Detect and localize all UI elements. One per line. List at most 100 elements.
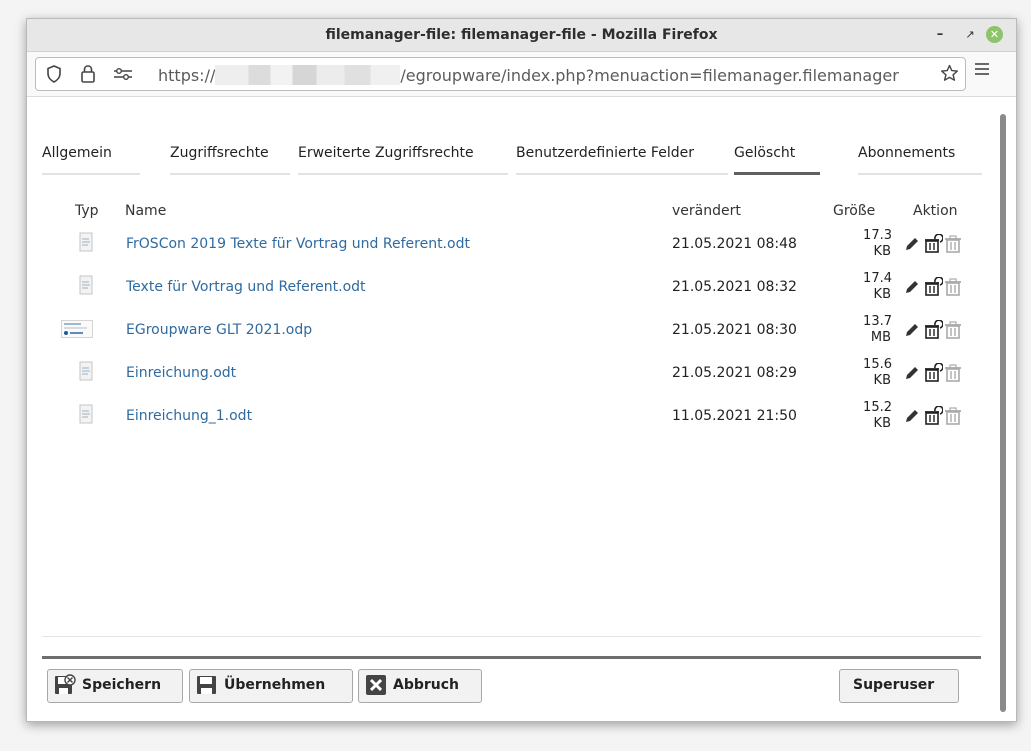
url-redaction [215, 65, 401, 85]
save-button[interactable]: Speichern [47, 669, 183, 703]
table-row[interactable]: Einreichung.odt 21.05.2021 08:29 15.6 KB [57, 357, 977, 399]
tab-label: Erweiterte Zugriffsrechte [298, 145, 474, 161]
table-row[interactable]: EGroupware GLT 2021.odp 21.05.2021 08:30… [57, 314, 977, 356]
tab-underline [170, 173, 290, 175]
file-modified: 21.05.2021 08:48 [672, 236, 797, 252]
file-name-link[interactable]: FrOSCon 2019 Texte für Vortrag und Refer… [126, 236, 470, 252]
cancel-label: Abbruch [393, 677, 460, 693]
file-size: 17.4 KB [827, 271, 892, 303]
odt-file-icon [79, 232, 93, 252]
file-size: 15.6 KB [827, 357, 892, 389]
bookmark-star-icon[interactable] [940, 64, 959, 83]
file-modified: 21.05.2021 08:30 [672, 322, 797, 338]
tab-bar: Allgemein Zugriffsrechte Erweiterte Zugr… [42, 145, 982, 179]
delete-trash-icon[interactable] [943, 234, 963, 254]
tab-label: Benutzerdefinierte Felder [516, 145, 694, 161]
content-divider [42, 636, 981, 637]
restore-icon[interactable] [923, 320, 943, 340]
file-name-link[interactable]: Einreichung_1.odt [126, 408, 252, 424]
edit-pencil-icon[interactable] [903, 320, 921, 340]
superuser-button[interactable]: Superuser [839, 669, 959, 703]
page-content: Allgemein Zugriffsrechte Erweiterte Zugr… [27, 97, 1016, 721]
file-name-link[interactable]: Texte für Vortrag und Referent.odt [126, 279, 366, 295]
column-header-type[interactable]: Typ [75, 203, 99, 219]
file-size-unit: KB [873, 287, 891, 302]
edit-pencil-icon[interactable] [903, 234, 921, 254]
odt-file-icon [79, 404, 93, 424]
tab-underline [42, 173, 140, 175]
tab-label: Gelöscht [734, 145, 796, 161]
tab-geloescht[interactable]: Gelöscht [734, 145, 828, 175]
restore-icon[interactable] [923, 277, 943, 297]
window-title: filemanager-file: filemanager-file - Moz… [325, 27, 718, 43]
address-bar: https:// /egroupware/index.php?menuaction… [27, 52, 1016, 97]
column-header-size[interactable]: Größe [833, 203, 875, 219]
url-field[interactable]: https:// /egroupware/index.php?menuaction… [35, 57, 966, 91]
tab-erweiterte-zugriffsrechte[interactable]: Erweiterte Zugriffsrechte [298, 145, 510, 175]
file-name-link[interactable]: EGroupware GLT 2021.odp [126, 322, 312, 338]
file-size-value: 13.7 [863, 314, 892, 329]
delete-trash-icon[interactable] [943, 277, 963, 297]
file-size-unit: MB [870, 330, 891, 345]
edit-pencil-icon[interactable] [903, 277, 921, 297]
restore-icon[interactable] [923, 363, 943, 383]
file-name-link[interactable]: Einreichung.odt [126, 365, 236, 381]
file-modified: 21.05.2021 08:29 [672, 365, 797, 381]
odt-file-icon [79, 361, 93, 381]
shield-icon[interactable] [46, 65, 62, 83]
cancel-button[interactable]: Abbruch [358, 669, 482, 703]
presentation-thumbnail-icon [61, 320, 93, 338]
file-modified: 11.05.2021 21:50 [672, 408, 797, 424]
file-size-unit: KB [873, 373, 891, 388]
menu-icon[interactable] [974, 62, 990, 76]
delete-trash-icon[interactable] [943, 363, 963, 383]
delete-trash-icon[interactable] [943, 320, 963, 340]
tab-abonnements[interactable]: Abonnements [858, 145, 982, 175]
browser-window: filemanager-file: filemanager-file - Moz… [26, 18, 1017, 722]
save-label: Speichern [82, 677, 162, 693]
file-size: 13.7 MB [827, 314, 892, 346]
column-header-modified[interactable]: verändert [672, 203, 741, 219]
table-row[interactable]: FrOSCon 2019 Texte für Vortrag und Refer… [57, 228, 977, 270]
tab-label: Abonnements [858, 145, 956, 161]
superuser-label: Superuser [853, 677, 935, 693]
minimize-button[interactable]: – [930, 25, 950, 45]
file-size-value: 17.3 [863, 228, 892, 243]
file-size: 17.3 KB [827, 228, 892, 260]
tab-underline [516, 173, 728, 175]
title-bar: filemanager-file: filemanager-file - Moz… [27, 19, 1016, 52]
delete-trash-icon[interactable] [943, 406, 963, 426]
edit-pencil-icon[interactable] [903, 363, 921, 383]
restore-icon[interactable] [923, 406, 943, 426]
apply-button[interactable]: Übernehmen [189, 669, 353, 703]
edit-pencil-icon[interactable] [903, 406, 921, 426]
url-text[interactable]: https:// /egroupware/index.php?menuaction… [158, 65, 899, 85]
button-bar-separator [42, 656, 981, 659]
odt-file-icon [79, 275, 93, 295]
url-prefix: https:// [158, 66, 216, 85]
tab-underline [858, 173, 982, 175]
tab-underline [298, 173, 508, 175]
file-size-value: 15.6 [863, 357, 892, 372]
file-modified: 21.05.2021 08:32 [672, 279, 797, 295]
floppy-disk-icon [197, 676, 216, 694]
close-button[interactable]: ✕ [986, 26, 1003, 43]
tab-underline-active [734, 172, 820, 175]
tab-zugriffsrechte[interactable]: Zugriffsrechte [170, 145, 290, 175]
tab-label: Allgemein [42, 145, 112, 161]
tab-benutzerdefinierte-felder[interactable]: Benutzerdefinierte Felder [516, 145, 728, 175]
tab-allgemein[interactable]: Allgemein [42, 145, 149, 175]
permissions-icon[interactable] [113, 67, 133, 81]
table-row[interactable]: Texte für Vortrag und Referent.odt 21.05… [57, 271, 977, 313]
lock-icon[interactable] [80, 64, 96, 83]
table-row[interactable]: Einreichung_1.odt 11.05.2021 21:50 15.2 K… [57, 400, 977, 442]
file-size-value: 15.2 [863, 400, 892, 415]
column-header-name[interactable]: Name [125, 203, 166, 219]
file-size: 15.2 KB [827, 400, 892, 432]
vertical-scrollbar[interactable] [1000, 114, 1006, 712]
restore-icon[interactable] [923, 234, 943, 254]
apply-label: Übernehmen [224, 677, 326, 693]
maximize-button[interactable]: ↗ [960, 25, 980, 45]
file-size-value: 17.4 [863, 271, 892, 286]
file-size-unit: KB [873, 416, 891, 431]
